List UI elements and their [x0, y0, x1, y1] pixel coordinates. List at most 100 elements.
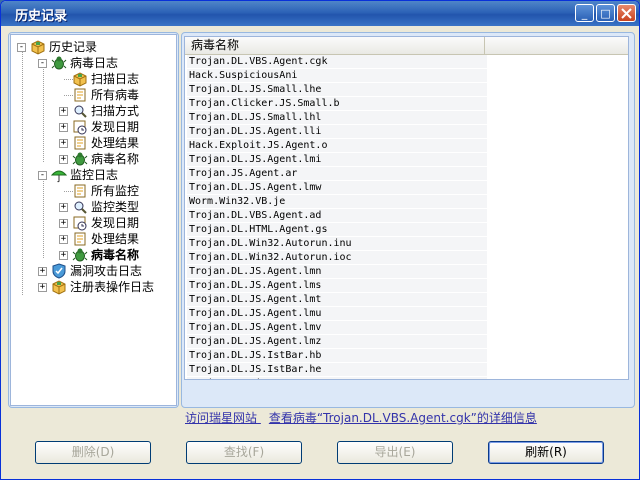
expand-icon[interactable]: +	[59, 203, 68, 212]
doc-icon	[72, 183, 88, 199]
tree-item-label: 病毒名称	[91, 248, 140, 262]
clock-icon	[72, 119, 88, 135]
list-item[interactable]: Trojan.DL.VBS.Agent.ad	[187, 209, 487, 223]
virus-list[interactable]: 病毒名称 Trojan.DL.VBS.Agent.cgk Hack.Suspici…	[184, 36, 629, 380]
tree-item-monitor-virus-name[interactable]: + 病毒名称	[11, 247, 171, 263]
tree-item-virus-all-viruses[interactable]: 所有病毒	[11, 87, 171, 103]
tree-item-label: 扫描方式	[91, 104, 140, 118]
export-button[interactable]: 导出(E)	[337, 441, 453, 464]
tree-item-monitor-log[interactable]: - 监控日志	[11, 167, 171, 183]
list-item[interactable]: Trojan.DL.JS.Agent.lmt	[187, 293, 487, 307]
refresh-button[interactable]: 刷新(R)	[488, 441, 604, 464]
list-item[interactable]: Trojan.JS.Agent.ar	[187, 167, 487, 181]
tree-item-label: 注册表操作日志	[70, 280, 155, 294]
tree-item-virus-log[interactable]: - 病毒日志	[11, 55, 171, 71]
list-item[interactable]: Trojan.DL.JS.Agent.lmu	[187, 307, 487, 321]
list-item[interactable]: Trojan.DL.JS.Agent.lmi	[187, 153, 487, 167]
tree-item-vuln-log[interactable]: + 漏洞攻击日志	[11, 263, 171, 279]
clock-icon	[72, 215, 88, 231]
list-item[interactable]: Trojan.Clicker.JS.Small.b	[187, 97, 487, 111]
tree-item-registry-log[interactable]: + 注册表操作日志	[11, 279, 171, 295]
window-title: 历史记录	[15, 9, 68, 24]
list-item[interactable]: Trojan.DL.JS.IstBar.he	[187, 363, 487, 377]
tree-item-virus-scan-method[interactable]: + 扫描方式	[11, 103, 171, 119]
expand-icon[interactable]: +	[59, 123, 68, 132]
tree-item-virus-scan-log[interactable]: 扫描日志	[11, 71, 171, 87]
box-icon	[30, 39, 46, 55]
list-item[interactable]: Trojan.DL.JS.IstBar.hb	[187, 349, 487, 363]
tree-item-label: 所有病毒	[91, 88, 140, 102]
info-links: 访问瑞星网站 查看病毒“Trojan.DL.VBS.Agent.cgk”的详细信…	[185, 409, 537, 426]
tree-item-virus-virus-name[interactable]: + 病毒名称	[11, 151, 171, 167]
delete-button[interactable]: 删除(D)	[35, 441, 151, 464]
tree-item-monitor-all-monitors[interactable]: 所有监控	[11, 183, 171, 199]
list-item[interactable]: Trojan.DL.JS.Agent.lmz	[187, 335, 487, 349]
list-item[interactable]: Trojan.DL.HTML.Agent.gs	[187, 223, 487, 237]
tree-item-monitor-result[interactable]: + 处理结果	[11, 231, 171, 247]
tree-item-label: 处理结果	[91, 136, 140, 150]
tree-item-label: 病毒名称	[91, 152, 140, 166]
close-icon	[621, 8, 632, 19]
tree-item-virus-found-date[interactable]: + 发现日期	[11, 119, 171, 135]
tree-item-monitor-monitor-type[interactable]: + 监控类型	[11, 199, 171, 215]
history-window: 历史记录 _ □ - 历史记录 - 病毒日志 扫描日志 所有病毒 + 扫描方式 + 发现日期 + 处理…	[0, 0, 640, 480]
collapse-icon[interactable]: -	[17, 43, 26, 52]
tree-item-label: 处理结果	[91, 232, 140, 246]
column-header-virus-name[interactable]: 病毒名称	[185, 37, 485, 54]
doc-icon	[72, 87, 88, 103]
tree-item-monitor-found-date[interactable]: + 发现日期	[11, 215, 171, 231]
tree-item-root[interactable]: - 历史记录	[11, 39, 171, 55]
list-item[interactable]: Hack.Exploit.JS.Agent.o	[187, 139, 487, 153]
search-icon	[72, 199, 88, 215]
minimize-icon: _	[581, 7, 588, 20]
list-item[interactable]: Trojan.DL.Win32.Autorun.inu	[187, 237, 487, 251]
maximize-button[interactable]: □	[596, 4, 615, 22]
expand-icon[interactable]: +	[59, 155, 68, 164]
expand-icon[interactable]: +	[59, 107, 68, 116]
list-item[interactable]: Trojan.DL.VBS.Agent.cgk	[187, 55, 487, 69]
expand-icon[interactable]: +	[38, 267, 47, 276]
list-item[interactable]: Trojan.DL.JS.Agent.lmn	[187, 265, 487, 279]
bug-icon	[72, 151, 88, 167]
list-item[interactable]: Trojan.DL.JS.Agent.lmv	[187, 321, 487, 335]
find-button[interactable]: 查找(F)	[186, 441, 302, 464]
tree-item-label: 扫描日志	[91, 72, 140, 86]
bug-icon	[72, 247, 88, 263]
tree-item-label: 病毒日志	[70, 56, 119, 70]
doc-icon	[72, 231, 88, 247]
collapse-icon[interactable]: -	[38, 171, 47, 180]
tree-item-label: 历史记录	[49, 40, 98, 54]
list-item[interactable]: Trojan.DL.Win32.Autorun.ioc	[187, 251, 487, 265]
minimize-button[interactable]: _	[575, 4, 594, 22]
expand-icon[interactable]: +	[59, 235, 68, 244]
expand-icon[interactable]: +	[38, 283, 47, 292]
title-bar[interactable]: 历史记录 _ □	[1, 1, 639, 26]
list-item[interactable]: Trojan.DL.JS.Small.lhe	[187, 83, 487, 97]
expand-icon[interactable]: +	[59, 139, 68, 148]
shield-icon	[51, 263, 67, 279]
list-item[interactable]: Trojan.DL.Win32.Agent.yem	[187, 377, 487, 379]
view-detail-link[interactable]: 查看病毒“Trojan.DL.VBS.Agent.cgk”的详细信息	[269, 411, 537, 425]
list-item[interactable]: Hack.SuspiciousAni	[187, 69, 487, 83]
list-item[interactable]: Worm.Win32.VB.je	[187, 195, 487, 209]
tree-item-label: 漏洞攻击日志	[70, 264, 143, 278]
tree-item-label: 监控日志	[70, 168, 119, 182]
box-icon	[51, 279, 67, 295]
list-item[interactable]: Trojan.DL.JS.Agent.lli	[187, 125, 487, 139]
list-item[interactable]: Trojan.DL.JS.Agent.lms	[187, 279, 487, 293]
bug-icon	[51, 55, 67, 71]
box-icon	[72, 71, 88, 87]
collapse-icon[interactable]: -	[38, 59, 47, 68]
tree-item-label: 监控类型	[91, 200, 140, 214]
tree-item-label: 发现日期	[91, 120, 140, 134]
close-button[interactable]	[617, 4, 636, 22]
tree-item-virus-result[interactable]: + 处理结果	[11, 135, 171, 151]
visit-site-link[interactable]: 访问瑞星网站	[185, 411, 257, 425]
history-tree[interactable]: - 历史记录 - 病毒日志 扫描日志 所有病毒 + 扫描方式 + 发现日期 + 处理结果 + 病毒名称 - 监…	[10, 34, 177, 406]
expand-icon[interactable]: +	[59, 251, 68, 260]
search-icon	[72, 103, 88, 119]
tree-item-label: 所有监控	[91, 184, 140, 198]
expand-icon[interactable]: +	[59, 219, 68, 228]
list-item[interactable]: Trojan.DL.JS.Small.lhl	[187, 111, 487, 125]
list-item[interactable]: Trojan.DL.JS.Agent.lmw	[187, 181, 487, 195]
